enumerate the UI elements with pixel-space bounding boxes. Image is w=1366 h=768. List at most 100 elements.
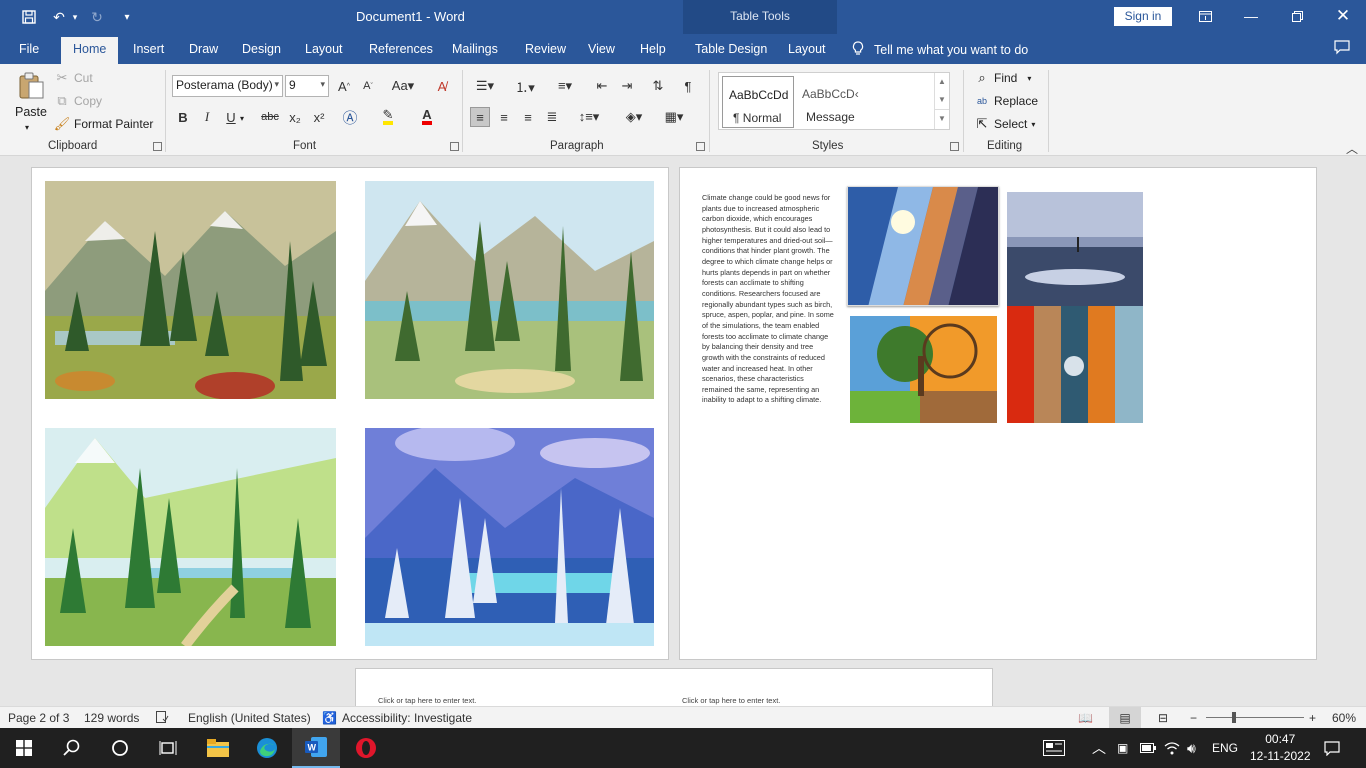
print-layout-icon[interactable]: ▤ [1109,707,1141,728]
tab-review[interactable]: Review [525,42,566,56]
tab-home[interactable]: Home [61,37,119,64]
redo-icon[interactable]: ↻ [84,6,110,28]
restore-icon[interactable] [1274,0,1320,32]
flood-landscape-image[interactable] [1007,192,1143,306]
customize-quick-access-icon[interactable]: ▾ [114,6,140,28]
cut-button[interactable]: ✂ Cut [54,70,93,86]
language-status[interactable]: English (United States) [188,711,311,725]
styles-scrollbar[interactable]: ▲ ▼ ▼ [934,73,949,129]
line-spacing-icon[interactable]: ↕≡▾ [574,107,604,127]
sky-collage-image[interactable] [847,186,999,306]
bullets-icon[interactable]: ☰▾ [472,76,498,96]
windows-start-icon[interactable] [0,728,48,768]
word-app-icon[interactable]: W [292,728,340,768]
clear-formatting-icon[interactable]: A̸ [432,76,452,96]
clipboard-launcher-icon[interactable] [153,142,162,151]
file-explorer-icon[interactable] [194,728,242,768]
scroll-up-icon[interactable]: ▲ [935,73,949,91]
ribbon-display-options-icon[interactable] [1182,0,1228,32]
underline-dropdown-icon[interactable]: ▾ [240,114,244,123]
show-hidden-icons-icon[interactable]: ︿ [1092,728,1106,768]
styles-launcher-icon[interactable] [950,142,959,151]
align-left-icon[interactable]: ≡ [470,107,490,127]
font-color-icon[interactable]: A [417,107,437,127]
tab-draw[interactable]: Draw [189,42,218,56]
justify-icon[interactable]: ≣ [542,107,562,127]
wifi-icon[interactable] [1164,728,1180,768]
subscript-button[interactable]: x₂ [285,107,305,127]
tab-table-layout[interactable]: Layout [788,42,826,56]
grow-font-icon[interactable]: A ^ [334,76,354,96]
paragraph-launcher-icon[interactable] [696,142,705,151]
style-message[interactable]: AaBbCcD‹ Message [796,76,934,128]
tell-me-search[interactable]: Tell me what you want to do [852,41,1028,59]
landscape-image-winter[interactable] [365,428,654,646]
landscape-image-summer[interactable] [365,181,654,399]
copy-button[interactable]: ⧉ Copy [54,93,102,109]
web-layout-icon[interactable]: ⊟ [1158,711,1168,725]
replace-button[interactable]: ab Replace [974,93,1038,109]
zoom-in-icon[interactable]: + [1309,711,1316,725]
clock[interactable]: 00:47 12-11-2022 [1250,728,1311,768]
cortana-icon[interactable] [96,728,144,768]
select-button[interactable]: ⇱ Select ▾ [974,116,1036,132]
align-right-icon[interactable]: ≡ [518,107,538,127]
show-formatting-marks-icon[interactable]: ¶ [678,76,698,96]
style-normal[interactable]: AaBbCcDd ¶ Normal [722,76,794,128]
read-mode-icon[interactable]: 📖 [1078,711,1093,725]
tab-references[interactable]: References [369,42,433,56]
tab-view[interactable]: View [588,42,615,56]
tab-table-design[interactable]: Table Design [695,42,767,56]
italic-button[interactable]: I [197,107,217,127]
meet-now-icon[interactable]: ▣ [1117,728,1128,768]
tab-help[interactable]: Help [640,42,666,56]
volume-icon[interactable]: 🔊︎ [1187,728,1196,768]
notifications-icon[interactable] [1324,728,1340,768]
tab-insert[interactable]: Insert [133,42,164,56]
shrink-font-icon[interactable]: Aˇ [358,76,378,96]
edge-browser-icon[interactable] [243,728,291,768]
word-count[interactable]: 129 words [84,711,139,725]
collapse-ribbon-icon[interactable]: ︿ [1346,140,1358,157]
scroll-down-icon[interactable]: ▼ [935,91,949,109]
tab-layout[interactable]: Layout [305,42,343,56]
change-case-icon[interactable]: Aa▾ [388,76,418,96]
battery-icon[interactable] [1140,728,1156,768]
sort-icon[interactable]: ⇅ [648,76,668,96]
bold-button[interactable]: B [173,107,193,127]
font-launcher-icon[interactable] [450,142,459,151]
body-paragraph[interactable]: Climate change could be good news for pl… [702,193,834,406]
multilevel-list-icon[interactable]: ≡▾ [550,76,580,96]
format-painter-button[interactable]: 🖌 Format Painter [54,116,154,132]
tree-drought-image[interactable] [850,316,997,423]
accessibility-status[interactable]: ♿ Accessibility: Investigate [322,711,472,725]
close-icon[interactable]: ✕ [1320,0,1366,32]
save-icon[interactable] [16,6,42,28]
opera-browser-icon[interactable] [342,728,390,768]
more-styles-icon[interactable]: ▼ [935,109,949,127]
underline-button[interactable]: U [221,107,241,127]
text-effects-icon[interactable]: Ⓐ [340,107,360,127]
tab-file[interactable]: File [19,42,39,56]
numbering-icon[interactable]: ⒈▾ [510,76,540,96]
shading-icon[interactable]: ◈▾ [618,107,650,127]
zoom-level[interactable]: 60% [1332,711,1356,725]
undo-dropdown-icon[interactable]: ▾ [68,6,82,28]
news-widget-icon[interactable] [1043,728,1065,768]
disasters-collage-image[interactable] [1007,306,1143,423]
search-icon[interactable] [48,728,96,768]
borders-icon[interactable]: ▦▾ [658,107,690,127]
content-control-placeholder[interactable]: Click or tap here to enter text. [682,696,780,705]
decrease-indent-icon[interactable]: ⇤ [592,76,612,96]
zoom-out-icon[interactable]: − [1190,711,1197,725]
zoom-slider-track[interactable] [1206,717,1304,718]
tab-mailings[interactable]: Mailings [452,42,498,56]
font-size-combo[interactable]: 9 ▾ [285,75,329,97]
comments-icon[interactable] [1334,40,1350,58]
tab-design[interactable]: Design [242,42,281,56]
landscape-image-autumn[interactable] [45,181,336,399]
zoom-slider-thumb[interactable] [1232,712,1236,723]
proofing-icon[interactable] [156,711,169,723]
landscape-image-spring[interactable] [45,428,336,646]
minimize-icon[interactable]: — [1228,0,1274,32]
